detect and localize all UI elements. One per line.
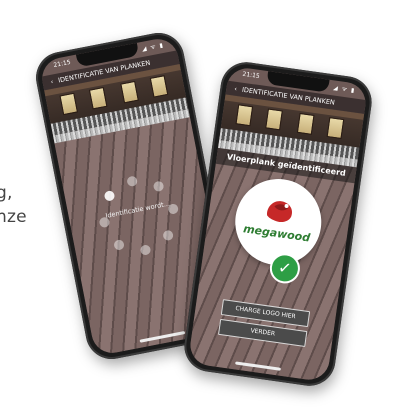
status-icons: ◢ ᯤ ▮ <box>141 41 165 53</box>
background-text-line-1: g, <box>0 183 13 203</box>
background-text-line-3: . <box>0 232 2 252</box>
phone-identified: 21:15 ◢ ᯤ ▮ ‹ IDENTIFICATIE VAN PLANKEN … <box>181 58 375 390</box>
status-time: 21:15 <box>242 70 261 80</box>
back-arrow-icon[interactable]: ‹ <box>49 75 54 89</box>
megawood-logo-icon <box>267 201 293 223</box>
background-text-line-2: nze <box>0 207 27 227</box>
status-icons: ◢ ᯤ ▮ <box>332 84 356 95</box>
back-arrow-icon[interactable]: ‹ <box>233 82 238 96</box>
status-time: 21:15 <box>52 58 72 70</box>
phone-screen: 21:15 ◢ ᯤ ▮ ‹ IDENTIFICATIE VAN PLANKEN … <box>187 65 369 383</box>
loading-label: Identificatie wordt... <box>104 199 171 220</box>
loading-spinner: Identificatie wordt... <box>92 169 186 263</box>
